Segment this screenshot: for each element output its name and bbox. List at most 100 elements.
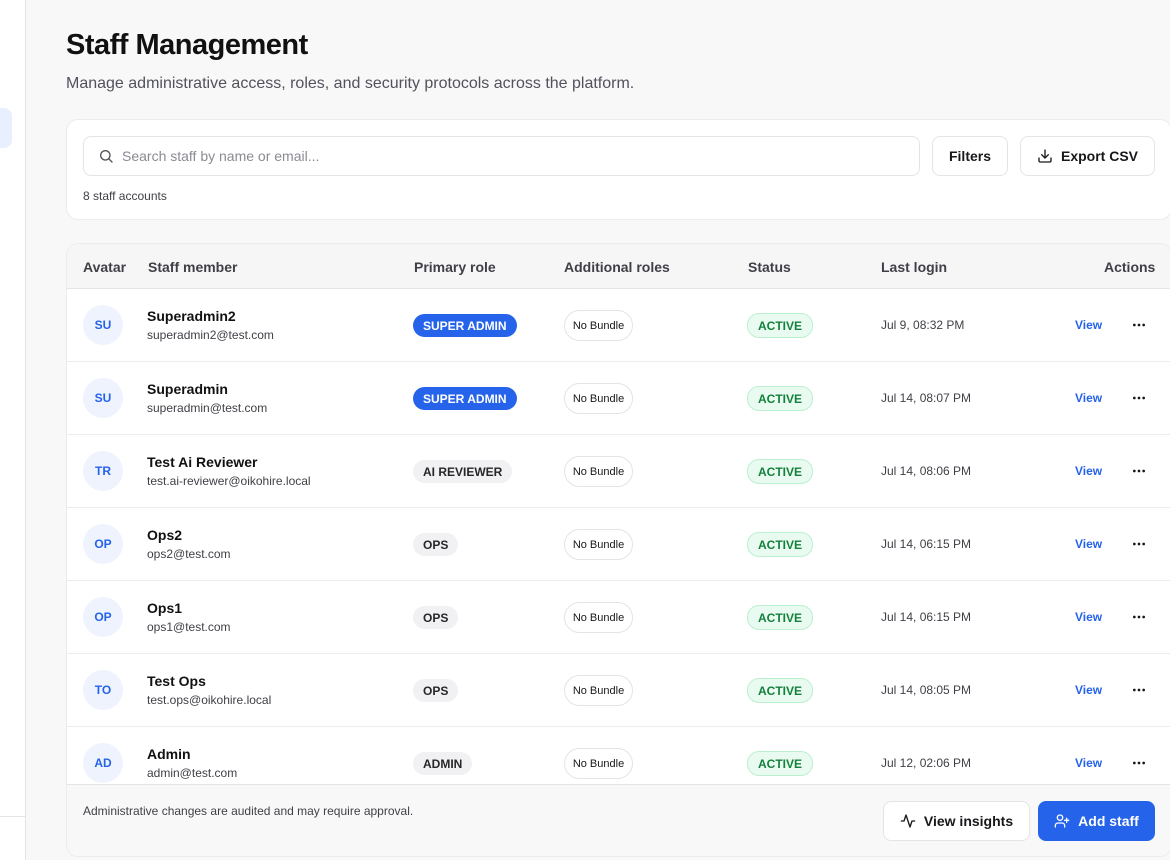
table-header: Avatar Staff member Primary role Additio… [67,244,1170,289]
more-horizontal-icon [1133,396,1145,400]
activity-icon [900,814,916,828]
view-link[interactable]: View [1075,464,1102,478]
staff-email: ops2@test.com [147,547,231,561]
more-horizontal-icon [1133,761,1145,765]
staff-email: superadmin2@test.com [147,328,274,342]
last-login: Jul 14, 06:15 PM [881,537,972,551]
primary-role-badge: SUPER ADMIN [413,314,517,337]
additional-roles-chip: No Bundle [564,383,633,414]
table-row: SU Superadmin2 superadmin2@test.com SUPE… [67,289,1170,362]
primary-role-badge: SUPER ADMIN [413,387,517,410]
staff-table: Avatar Staff member Primary role Additio… [66,243,1170,857]
table-row: OP Ops2 ops2@test.com OPS No Bundle ACTI… [67,508,1170,581]
user-plus-icon [1054,814,1070,828]
additional-roles-chip: No Bundle [564,456,633,487]
last-login: Jul 14, 08:05 PM [881,683,972,697]
view-link[interactable]: View [1075,756,1102,770]
avatar: TR [83,451,123,491]
view-link[interactable]: View [1075,610,1102,624]
additional-roles-chip: No Bundle [564,529,633,560]
search-input[interactable] [122,148,882,164]
sidebar [0,0,26,860]
staff-email: ops1@test.com [147,620,231,634]
avatar: SU [83,378,123,418]
avatar: TO [83,670,123,710]
export-csv-button[interactable]: Export CSV [1020,136,1155,176]
column-header-status: Status [748,259,791,275]
column-header-additional-roles: Additional roles [564,259,670,275]
primary-role-badge: AI REVIEWER [413,460,513,483]
status-badge: ACTIVE [747,605,813,630]
staff-name: Test Ops [147,673,206,689]
status-badge: ACTIVE [747,751,813,776]
table-body: SU Superadmin2 superadmin2@test.com SUPE… [67,289,1170,784]
last-login: Jul 14, 06:15 PM [881,610,972,624]
staff-name: Ops2 [147,527,183,543]
staff-count: 8 staff accounts [83,189,167,203]
row-menu-button[interactable] [1127,678,1151,702]
status-badge: ACTIVE [747,459,813,484]
additional-roles-chip: No Bundle [564,748,633,779]
view-insights-label: View insights [923,813,1014,829]
search-icon [100,150,113,163]
more-horizontal-icon [1133,542,1145,546]
column-header-avatar: Avatar [83,259,127,275]
column-header-primary-role: Primary role [414,259,496,275]
staff-name: Admin [147,746,191,762]
primary-role-badge: OPS [413,533,459,556]
staff-name: Test Ai Reviewer [147,454,258,470]
add-staff-label: Add staff [1078,813,1139,829]
filters-button-label: Filters [948,148,991,164]
row-menu-button[interactable] [1127,386,1151,410]
more-horizontal-icon [1133,469,1145,473]
primary-role-badge: ADMIN [413,752,473,775]
row-menu-button[interactable] [1127,532,1151,556]
view-link[interactable]: View [1075,537,1102,551]
page-subtitle: Manage administrative access, roles, and… [66,75,635,92]
view-link[interactable]: View [1075,318,1102,332]
status-badge: ACTIVE [747,313,813,338]
sidebar-active-item[interactable] [0,108,12,148]
additional-roles-chip: No Bundle [564,310,633,341]
search-box[interactable] [83,136,920,176]
row-menu-button[interactable] [1127,313,1151,337]
table-row: AD Admin admin@test.com ADMIN No Bundle … [67,727,1170,784]
more-horizontal-icon [1133,323,1145,327]
staff-email: superadmin@test.com [147,401,268,415]
primary-role-badge: OPS [413,606,459,629]
staff-email: test.ops@oikohire.local [147,693,272,707]
column-header-last-login: Last login [881,259,948,275]
audit-note: Administrative changes are audited and m… [83,804,414,818]
table-row: SU Superadmin superadmin@test.com SUPER … [67,362,1170,435]
table-row: OP Ops1 ops1@test.com OPS No Bundle ACTI… [67,581,1170,654]
row-menu-button[interactable] [1127,605,1151,629]
row-menu-button[interactable] [1127,459,1151,483]
avatar: AD [83,743,123,783]
download-icon [1038,149,1052,163]
column-header-member: Staff member [148,259,238,275]
export-csv-label: Export CSV [1060,148,1138,164]
view-insights-button[interactable]: View insights [883,801,1030,841]
additional-roles-chip: No Bundle [564,602,633,633]
more-horizontal-icon [1133,688,1145,692]
filters-button[interactable]: Filters [932,136,1008,176]
last-login: Jul 14, 08:06 PM [881,464,972,478]
sidebar-divider [0,816,26,817]
view-link[interactable]: View [1075,683,1102,697]
last-login: Jul 12, 02:06 PM [881,756,972,770]
last-login: Jul 14, 08:07 PM [881,391,972,405]
staff-name: Ops1 [147,600,183,616]
primary-role-badge: OPS [413,679,459,702]
avatar: SU [83,305,123,345]
toolbar-card: Filters Export CSV 8 staff accounts [66,119,1170,220]
add-staff-button[interactable]: Add staff [1038,801,1155,841]
last-login: Jul 9, 08:32 PM [881,318,965,332]
staff-name: Superadmin [147,381,228,397]
additional-roles-chip: No Bundle [564,675,633,706]
status-badge: ACTIVE [747,532,813,557]
row-menu-button[interactable] [1127,751,1151,775]
avatar: OP [83,524,123,564]
avatar: OP [83,597,123,637]
view-link[interactable]: View [1075,391,1102,405]
staff-email: admin@test.com [147,766,238,780]
